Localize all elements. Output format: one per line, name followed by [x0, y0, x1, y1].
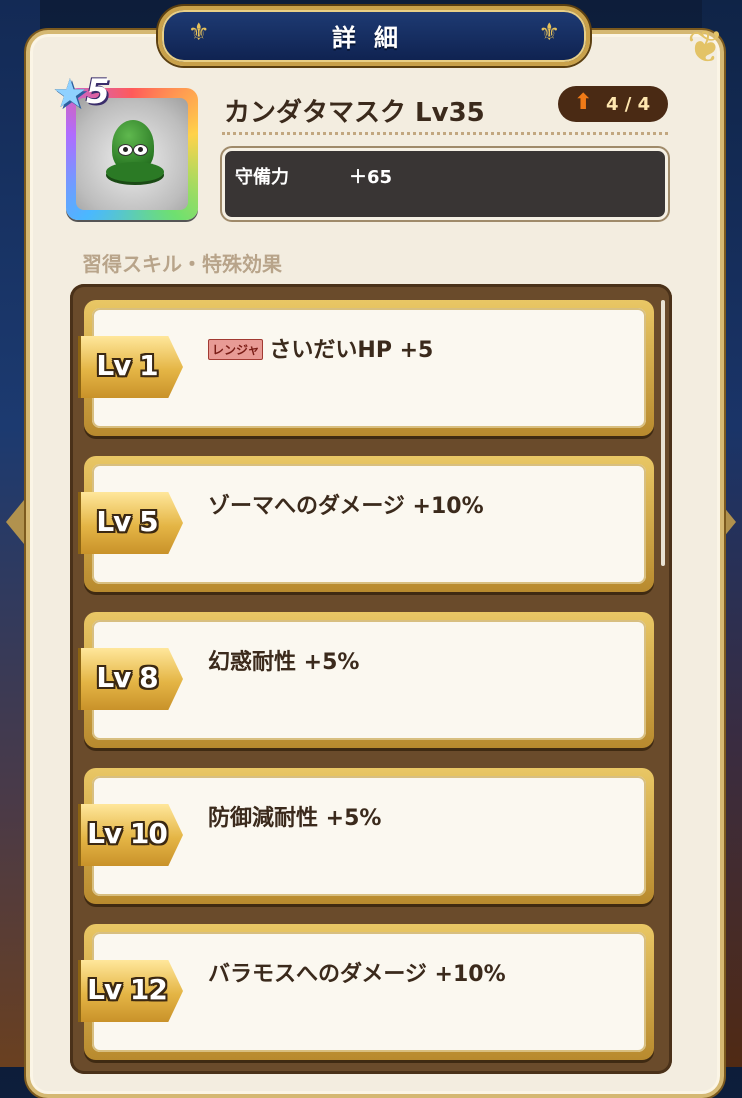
upgrade-count: 4 / 4 — [606, 94, 651, 115]
skill-card: 幻惑耐性 +5% Lv 8 — [78, 612, 654, 748]
divider — [222, 132, 668, 135]
skill-text: 防御減耐性 +5% — [208, 806, 382, 831]
item-name: カンダタマスク Lv35 — [224, 98, 485, 128]
skill-text: バラモスへのダメージ +10% — [208, 962, 506, 987]
upgrade-count-badge: ⬆ 4 / 4 — [558, 86, 668, 122]
skill-text: さいだいHP +5 — [269, 338, 434, 363]
stat-box: 守備力 ＋65 — [222, 148, 668, 220]
skill-card: 防御減耐性 +5% Lv 10 — [78, 768, 654, 904]
level-tag: Lv 5 — [78, 492, 183, 554]
fleur-de-lis-icon: ⚜ — [538, 18, 560, 46]
skill-text: ゾーマへのダメージ +10% — [208, 494, 484, 519]
kandata-mask-icon — [76, 98, 188, 210]
skill-list[interactable]: レンジャ さいだいHP +5 Lv 1 ゾーマへのダメージ +10% Lv 5 幻… — [70, 284, 672, 1074]
level-label: Lv 8 — [96, 661, 158, 694]
level-tag: Lv 10 — [78, 804, 183, 866]
rarity-number: 5 — [86, 72, 110, 112]
previous-arrow-icon[interactable] — [6, 500, 24, 544]
skill-card: ゾーマへのダメージ +10% Lv 5 — [78, 456, 654, 592]
section-title: 習得スキル・特殊効果 — [82, 252, 282, 276]
level-label: Lv 1 — [96, 349, 158, 382]
level-tag: Lv 1 — [78, 336, 183, 398]
level-label: Lv 5 — [96, 505, 158, 538]
skill-card: レンジャ さいだいHP +5 Lv 1 — [78, 300, 654, 436]
skill-card: バラモスへのダメージ +10% Lv 12 — [78, 924, 654, 1060]
ornament-icon: ❦ — [687, 22, 724, 73]
skill-description: レンジャ さいだいHP +5 — [208, 332, 433, 364]
title-bar: ⚜ 詳細 ⚜ — [158, 6, 590, 66]
skill-text: 幻惑耐性 +5% — [208, 650, 360, 675]
star-icon: ★ — [52, 71, 88, 117]
scrollbar[interactable] — [661, 300, 665, 566]
level-label: Lv 10 — [87, 817, 168, 850]
mask-brim — [106, 162, 164, 182]
mask-eye — [118, 144, 133, 156]
level-tag: Lv 12 — [78, 960, 183, 1022]
stat-value: ＋65 — [349, 167, 393, 188]
stat-label: 守備力 — [235, 167, 289, 188]
up-arrow-icon: ⬆ — [574, 90, 593, 115]
level-label: Lv 12 — [87, 973, 168, 1006]
level-tag: Lv 8 — [78, 648, 183, 710]
mask-eye — [133, 144, 148, 156]
page-title: 詳細 — [332, 24, 416, 52]
job-tag: レンジャ — [208, 338, 264, 360]
